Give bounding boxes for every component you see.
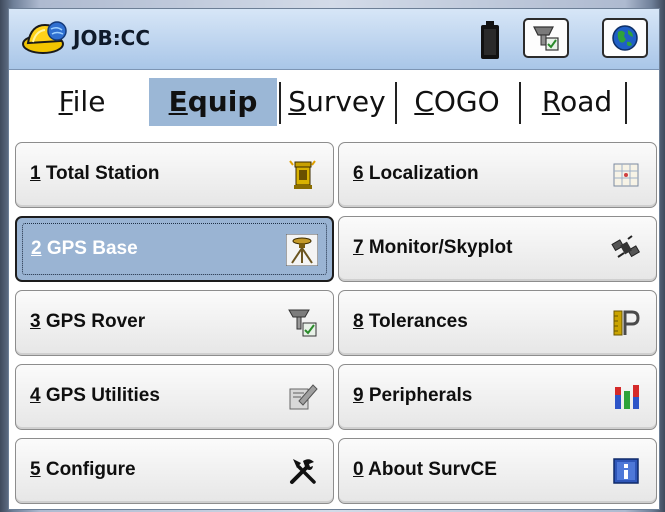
button-label: 1 Total Station	[30, 163, 160, 185]
menu-tabs: File Equip Survey COGO Road	[9, 70, 659, 130]
equip-menu-grid: 1 Total Station 2 GPS Base 3 GPS Rover 4…	[9, 135, 659, 509]
button-label: 0 About SurvCE	[353, 459, 497, 481]
tools-icon	[290, 459, 316, 484]
tab-separator	[519, 82, 521, 124]
globe-icon	[612, 25, 638, 51]
hardhat-logo-icon[interactable]	[21, 19, 71, 59]
about-survce-button[interactable]: 0 About SurvCE	[338, 438, 657, 504]
button-label: 4 GPS Utilities	[30, 385, 160, 407]
total-station-icon	[289, 160, 316, 189]
button-label: 2 GPS Base	[31, 238, 138, 260]
tab-equip-rest: quip	[187, 85, 258, 118]
tab-road[interactable]: Road	[531, 78, 623, 126]
instrument-config-icon	[533, 26, 559, 51]
button-label: 5 Configure	[30, 459, 136, 481]
tab-file[interactable]: File	[39, 78, 125, 126]
gps-base-button[interactable]: 2 GPS Base	[15, 216, 334, 282]
tab-road-mnemonic: R	[541, 85, 561, 118]
button-label: 9 Peripherals	[353, 385, 472, 407]
button-label: 8 Tolerances	[353, 311, 468, 333]
tab-cogo-mnemonic: C	[414, 85, 434, 118]
tab-survey-mnemonic: S	[288, 85, 307, 118]
tab-survey[interactable]: Survey	[281, 78, 393, 126]
info-icon	[613, 458, 639, 484]
satellite-icon	[611, 235, 641, 258]
button-text: GPS Base	[41, 238, 138, 259]
peripherals-button[interactable]: 9 Peripherals	[338, 364, 657, 430]
tab-equip-mnemonic: E	[168, 85, 188, 118]
tab-file-mnemonic: F	[58, 85, 73, 118]
localization-button[interactable]: 6 Localization	[338, 142, 657, 208]
button-text: Localization	[363, 163, 479, 184]
button-text: Monitor/Skyplot	[363, 237, 513, 258]
tab-cogo[interactable]: COGO	[397, 78, 517, 126]
button-number: 4	[30, 385, 41, 406]
button-text: Total Station	[40, 163, 160, 184]
button-text: About SurvCE	[363, 459, 497, 480]
button-number: 8	[353, 311, 364, 332]
button-text: Peripherals	[363, 385, 473, 406]
gps-rover-icon	[288, 309, 317, 337]
button-label: 6 Localization	[353, 163, 479, 185]
configure-button[interactable]: 5 Configure	[15, 438, 334, 504]
button-number: 7	[353, 237, 364, 258]
button-number: 9	[353, 385, 364, 406]
tolerances-button[interactable]: 8 Tolerances	[338, 290, 657, 356]
button-number: 2	[31, 238, 42, 259]
button-number: 3	[30, 311, 41, 332]
title-bar: JOB:CC	[9, 9, 659, 70]
gps-utilities-button[interactable]: 4 GPS Utilities	[15, 364, 334, 430]
button-text: Configure	[40, 459, 136, 480]
total-station-button[interactable]: 1 Total Station	[15, 142, 334, 208]
button-text: GPS Rover	[40, 311, 146, 332]
tab-survey-rest: urvey	[306, 85, 386, 118]
button-label: 3 GPS Rover	[30, 311, 145, 333]
window-title: JOB:CC	[73, 26, 151, 50]
button-number: 5	[30, 459, 41, 480]
tab-file-rest: ile	[72, 85, 106, 118]
tab-cogo-rest: OGO	[433, 85, 500, 118]
tolerance-icon	[613, 310, 640, 336]
button-number: 6	[353, 163, 364, 184]
button-label: 7 Monitor/Skyplot	[353, 237, 512, 259]
button-text: GPS Utilities	[40, 385, 160, 406]
monitor-skyplot-button[interactable]: 7 Monitor/Skyplot	[338, 216, 657, 282]
survce-window: JOB:CC File Equip Survey COGO Road 1 Tot…	[8, 8, 660, 510]
button-text: Tolerances	[363, 311, 468, 332]
tab-separator	[625, 82, 627, 124]
tab-road-rest: oad	[560, 85, 613, 118]
tab-equip[interactable]: Equip	[149, 78, 277, 126]
globe-button[interactable]	[602, 18, 648, 58]
gps-base-icon	[286, 234, 318, 266]
gps-utilities-icon	[289, 384, 318, 410]
button-number: 0	[353, 459, 364, 480]
gps-rover-button[interactable]: 3 GPS Rover	[15, 290, 334, 356]
button-number: 1	[30, 163, 41, 184]
peripherals-icon	[615, 385, 639, 409]
battery-icon	[481, 21, 499, 59]
localization-grid-icon	[613, 163, 639, 187]
instrument-config-button[interactable]	[523, 18, 569, 58]
